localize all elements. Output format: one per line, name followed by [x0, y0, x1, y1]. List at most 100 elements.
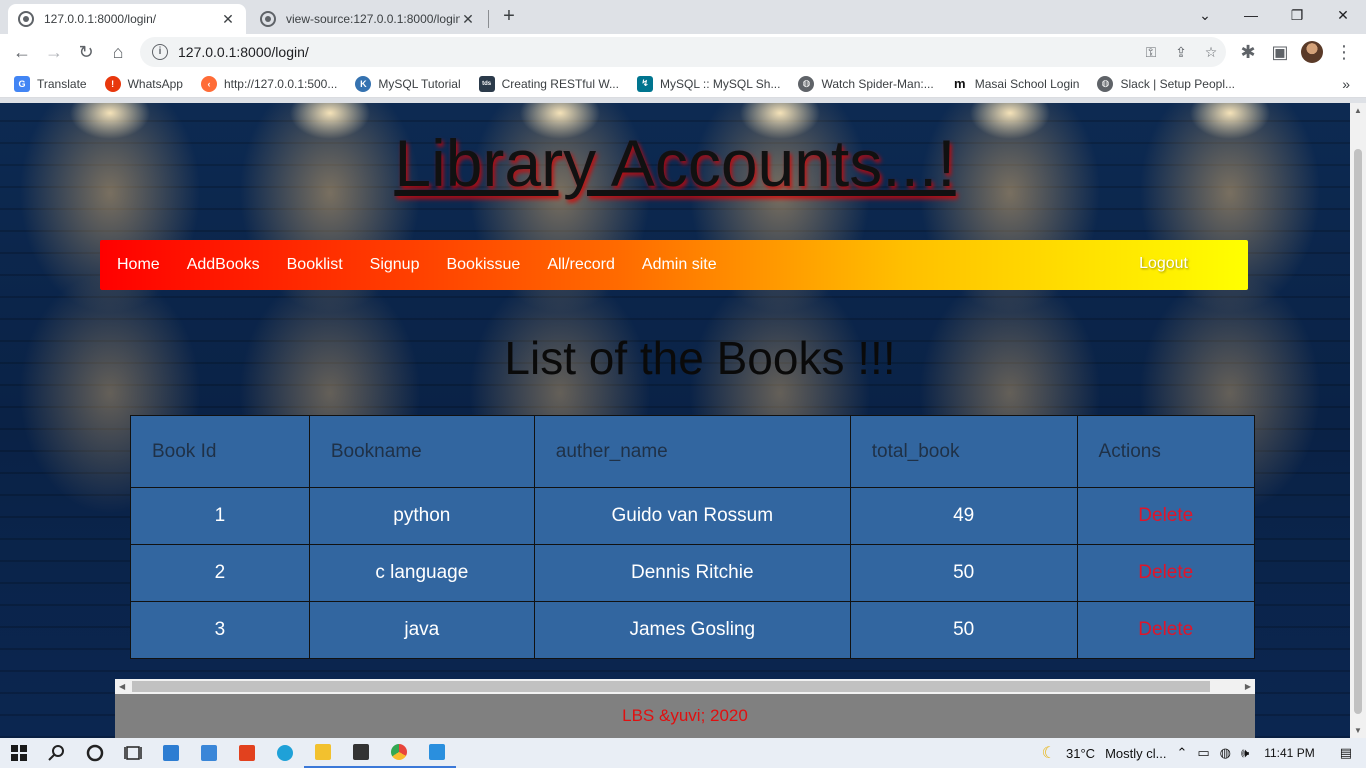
weather-description[interactable]: Mostly cl...	[1105, 746, 1166, 761]
minimize-button[interactable]: —	[1228, 0, 1274, 30]
delete-link[interactable]: Delete	[1076, 544, 1255, 602]
volume-icon[interactable]: 🕪	[1241, 745, 1249, 761]
delete-link[interactable]: Delete	[1076, 487, 1255, 545]
cortana-icon[interactable]	[76, 738, 114, 768]
tab-view-source[interactable]: view-source:127.0.0.1:8000/login/ ✕	[250, 4, 486, 34]
bookmark-translate[interactable]: G Translate	[14, 75, 87, 92]
tab-search-chevron-icon[interactable]: ⌄	[1182, 0, 1228, 30]
home-button[interactable]: ⌂	[104, 38, 132, 66]
battery-icon[interactable]: ▭	[1197, 745, 1209, 761]
bookmark-label: Creating RESTful W...	[501, 76, 619, 91]
windows-taskbar: ☾ 31°C Mostly cl... ⌃ ▭ ◍ 🕪 11:41 PM ▤	[0, 738, 1366, 768]
address-bar[interactable]: i 127.0.0.1:8000/login/ ⚿ ⇪ ☆	[140, 37, 1226, 67]
extensions-icon[interactable]: ✱	[1234, 38, 1262, 66]
notification-icon[interactable]: ▤	[1340, 745, 1352, 761]
store-icon[interactable]	[152, 738, 190, 768]
edge-icon[interactable]	[266, 738, 304, 768]
nav-booklist[interactable]: Booklist	[287, 256, 343, 274]
cell-bookname: c language	[308, 544, 535, 602]
network-icon[interactable]: ◍	[1220, 745, 1231, 761]
vscode-icon[interactable]	[418, 738, 456, 768]
new-tab-button[interactable]: +	[498, 6, 520, 28]
site-info-icon[interactable]: i	[152, 44, 168, 60]
nav-signup[interactable]: Signup	[370, 256, 420, 274]
clock-time[interactable]: 11:41 PM	[1264, 746, 1314, 760]
tray-chevron-icon[interactable]: ⌃	[1176, 745, 1187, 761]
bookmark-label: Masai School Login	[974, 76, 1080, 91]
footer-text: LBS &yuvi; 2020	[622, 706, 748, 725]
close-window-button[interactable]: ✕	[1320, 0, 1366, 30]
translate-icon: G	[14, 75, 30, 92]
menu-icon[interactable]: ⋮	[1330, 38, 1358, 66]
forward-button[interactable]: →	[40, 38, 68, 66]
bookmarks-bar: G Translate ! WhatsApp ‹ http://127.0.0.…	[0, 70, 1366, 98]
delete-link[interactable]: Delete	[1076, 601, 1255, 659]
weather-moon-icon[interactable]: ☾	[1042, 743, 1056, 763]
nav-bookissue[interactable]: Bookissue	[446, 256, 520, 274]
file-explorer-icon[interactable]	[304, 738, 342, 768]
close-tab-icon[interactable]: ✕	[220, 11, 236, 28]
more-bookmarks-icon[interactable]: »	[1342, 76, 1350, 92]
mail-icon[interactable]	[190, 738, 228, 768]
side-panel-icon[interactable]: ▣	[1266, 38, 1294, 66]
vertical-scrollbar[interactable]: ▲ ▼	[1350, 103, 1366, 738]
nav-home[interactable]: Home	[117, 256, 160, 274]
globe-icon: ◍	[1097, 75, 1114, 92]
task-view-icon[interactable]	[114, 738, 152, 768]
nav-all-record[interactable]: All/record	[547, 256, 615, 274]
vertical-scroll-thumb[interactable]	[1354, 149, 1362, 714]
restore-button[interactable]: ❐	[1274, 0, 1320, 30]
close-tab-icon[interactable]: ✕	[460, 11, 476, 28]
address-url[interactable]: 127.0.0.1:8000/login/	[178, 44, 1136, 60]
weather-temperature[interactable]: 31°C	[1066, 746, 1095, 761]
logout-link[interactable]: Logout	[1139, 255, 1188, 273]
whatsapp-icon: !	[104, 75, 121, 92]
nav-addbooks[interactable]: AddBooks	[187, 256, 260, 274]
scroll-down-icon[interactable]: ▼	[1354, 726, 1362, 735]
share-icon[interactable]: ⇪	[1166, 44, 1196, 61]
bookmark-label: Slack | Setup Peopl...	[1120, 76, 1235, 91]
windows-start-icon[interactable]	[0, 738, 38, 768]
header-bookname: Bookname	[308, 415, 535, 488]
table-row: 2 c language Dennis Ritchie 50 Delete	[130, 544, 1255, 602]
horizontal-scroll-thumb[interactable]	[132, 681, 1210, 692]
bookmark-masai[interactable]: m Masai School Login	[952, 76, 1080, 92]
bookmark-localhost[interactable]: ‹ http://127.0.0.1:500...	[200, 75, 337, 92]
scroll-up-icon[interactable]: ▲	[1354, 106, 1362, 115]
page-viewport: Library Accounts...! Home AddBooks Bookl…	[0, 103, 1350, 738]
tab-login[interactable]: 127.0.0.1:8000/login/ ✕	[8, 4, 246, 34]
header-author-name: auther_name	[533, 415, 851, 488]
bookmark-mysql-shell[interactable]: ↯ MySQL :: MySQL Sh...	[636, 75, 781, 92]
key-icon[interactable]: ⚿	[1136, 44, 1166, 61]
bookmark-whatsapp[interactable]: ! WhatsApp	[104, 75, 183, 92]
cell-total-book: 50	[849, 544, 1078, 602]
bookmark-mysql-tutorial[interactable]: K MySQL Tutorial	[355, 75, 461, 92]
postman-icon: ‹	[200, 75, 217, 92]
tab-title: view-source:127.0.0.1:8000/login/	[286, 12, 460, 26]
bookmark-star-icon[interactable]: ☆	[1196, 44, 1226, 61]
bookmark-spiderman[interactable]: ◍ Watch Spider-Man:...	[798, 75, 934, 92]
horizontal-scrollbar[interactable]: ◀ ▶	[115, 679, 1255, 694]
nav-admin-site[interactable]: Admin site	[642, 256, 717, 274]
tds-icon: tds	[478, 75, 495, 92]
scroll-right-icon[interactable]: ▶	[1245, 682, 1251, 691]
reload-button[interactable]: ↻	[72, 38, 100, 66]
scroll-left-icon[interactable]: ◀	[119, 682, 125, 691]
cell-book-id: 3	[130, 601, 310, 659]
terminal-icon[interactable]	[342, 738, 380, 768]
cell-author-name: James Gosling	[533, 601, 851, 659]
cell-book-id: 1	[130, 487, 310, 545]
browser-toolbar: ← → ↻ ⌂ i 127.0.0.1:8000/login/ ⚿ ⇪ ☆ ✱ …	[0, 34, 1366, 70]
bookmark-label: MySQL :: MySQL Sh...	[659, 76, 781, 91]
profile-button[interactable]	[1298, 38, 1326, 66]
search-icon[interactable]	[38, 738, 76, 768]
avatar	[1301, 41, 1323, 63]
office-icon[interactable]	[228, 738, 266, 768]
bookmark-slack[interactable]: ◍ Slack | Setup Peopl...	[1097, 75, 1235, 92]
back-button[interactable]: ←	[8, 38, 36, 66]
bookmark-restful[interactable]: tds Creating RESTful W...	[478, 75, 619, 92]
chrome-icon[interactable]	[380, 738, 418, 768]
cell-bookname: java	[308, 601, 535, 659]
header-total-book: total_book	[849, 415, 1078, 488]
table-row: 1 python Guido van Rossum 49 Delete	[130, 487, 1255, 545]
